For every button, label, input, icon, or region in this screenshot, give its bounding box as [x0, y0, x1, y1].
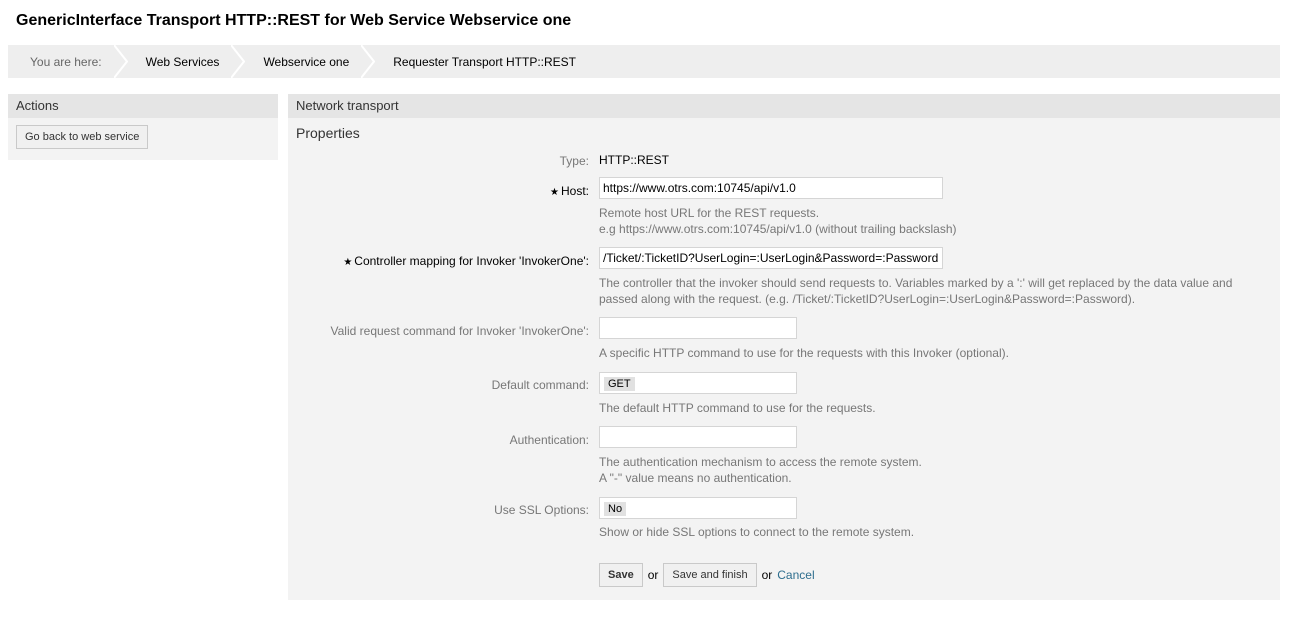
default-command-value: GET: [604, 377, 635, 391]
authentication-select[interactable]: [599, 426, 797, 448]
valid-command-label: Valid request command for Invoker 'Invok…: [330, 324, 589, 338]
chevron-right-icon: [361, 45, 376, 78]
save-and-finish-button[interactable]: Save and finish: [663, 563, 757, 587]
controller-label: ★ Controller mapping for Invoker 'Invoker…: [343, 254, 589, 268]
network-transport-panel: Network transport Properties Type: HTTP:…: [288, 94, 1280, 600]
cancel-link[interactable]: Cancel: [777, 568, 814, 582]
or-text: or: [761, 568, 773, 582]
breadcrumb-item-current: Requester Transport HTTP::REST: [393, 54, 576, 69]
breadcrumb-item-webservice-one[interactable]: Webservice one: [245, 45, 376, 78]
actions-header: Actions: [8, 94, 278, 118]
go-back-button[interactable]: Go back to web service: [16, 125, 149, 149]
host-input[interactable]: https://www.otrs.com:10745/api/v1.0: [599, 177, 943, 199]
chevron-right-icon: [231, 45, 246, 78]
controller-help: The controller that the invoker should s…: [599, 276, 1233, 306]
ssl-options-select[interactable]: No: [599, 497, 797, 519]
ssl-help: Show or hide SSL options to connect to t…: [599, 525, 915, 539]
or-text: or: [647, 568, 659, 582]
actions-sidebar: Actions Go back to web service: [8, 94, 278, 160]
valid-command-help: A specific HTTP command to use for the r…: [599, 346, 1009, 360]
network-transport-header: Network transport: [288, 94, 1280, 118]
type-value: HTTP::REST: [599, 153, 670, 167]
required-star-icon: ★: [550, 187, 559, 198]
breadcrumb: You are here: Web Services Webservice on…: [8, 45, 1280, 78]
required-star-icon: ★: [343, 257, 353, 268]
ssl-options-value: No: [604, 502, 627, 516]
host-help: Remote host URL for the REST requests. e…: [599, 206, 957, 236]
host-label: ★ Host:: [550, 184, 589, 198]
chevron-right-icon: [113, 45, 128, 78]
valid-command-select[interactable]: [599, 317, 797, 339]
page-title: GenericInterface Transport HTTP::REST fo…: [16, 12, 572, 29]
form-actions: Save or Save and finish or Cancel: [599, 563, 815, 587]
controller-mapping-input[interactable]: /Ticket/:TicketID?UserLogin=:UserLogin&P…: [599, 247, 943, 269]
default-command-select[interactable]: GET: [599, 372, 797, 394]
breadcrumb-prefix: You are here:: [8, 45, 128, 78]
authentication-help: The authentication mechanism to access t…: [599, 455, 922, 485]
properties-title: Properties: [296, 125, 360, 141]
save-button[interactable]: Save: [599, 563, 643, 587]
type-label: Type:: [559, 154, 589, 168]
default-command-label: Default command:: [491, 378, 589, 392]
breadcrumb-item-web-services[interactable]: Web Services: [128, 45, 246, 78]
authentication-label: Authentication:: [509, 433, 589, 447]
ssl-label: Use SSL Options:: [494, 503, 589, 517]
default-command-help: The default HTTP command to use for the …: [599, 401, 876, 415]
